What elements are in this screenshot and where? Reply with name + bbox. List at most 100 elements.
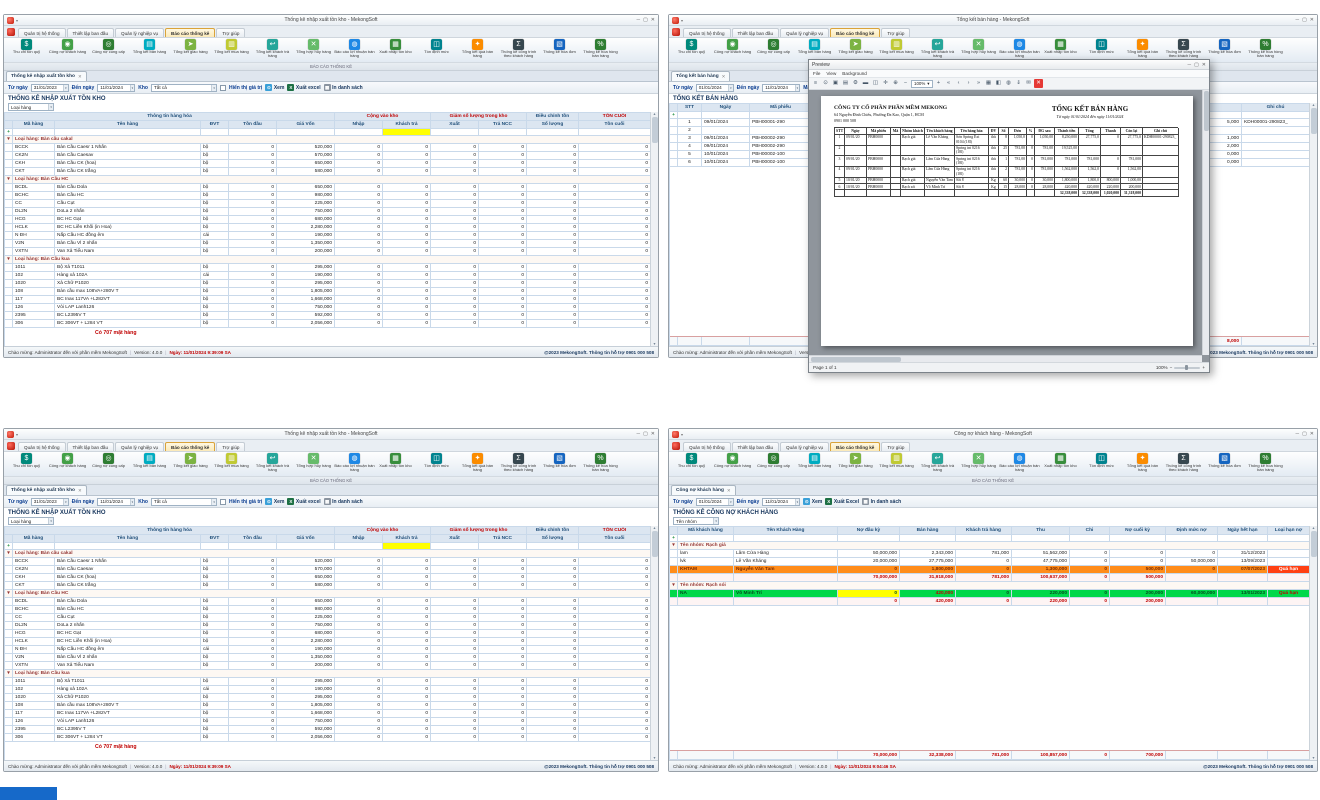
- table-row[interactable]: 117BC Inax 117VA +L282VTbộ01,668,0000000…: [5, 710, 650, 718]
- table-row[interactable]: lamLâm Cửa Hàng50,000,0002,343,000781,00…: [670, 550, 1309, 558]
- filter-cell[interactable]: [55, 543, 201, 550]
- quick-print-button[interactable]: ▤: [841, 79, 850, 88]
- toolbar-button-project-stats[interactable]: ΣThống kê công trình theo khách hàng: [498, 39, 539, 59]
- app-icon[interactable]: [672, 431, 679, 438]
- filter-cell[interactable]: [579, 543, 651, 550]
- group-row[interactable]: ▾Loại hàng: Bàn Cầu kua: [5, 256, 650, 264]
- zoom-in-button[interactable]: +: [934, 79, 943, 88]
- filter-cell[interactable]: [431, 543, 479, 550]
- column-header[interactable]: Khách trả hàng: [956, 527, 1012, 535]
- toolbar-button-customer-debt[interactable]: ◉Công nợ khách hàng: [712, 39, 753, 54]
- scroll-thumb[interactable]: [811, 357, 901, 362]
- filter-cell[interactable]: [1218, 535, 1268, 542]
- to-date-input[interactable]: 11/01/2024▾: [97, 498, 135, 506]
- column-header[interactable]: Thu: [1012, 527, 1070, 535]
- menu-tab-4[interactable]: Báo cáo thống kê: [165, 28, 215, 37]
- minimize-button[interactable]: ─: [1296, 17, 1300, 23]
- maximize-button[interactable]: ▢: [1302, 431, 1307, 437]
- menu-tab-3[interactable]: Quản lý nghiệp vụ: [115, 442, 164, 451]
- dropdown-arrow-icon[interactable]: ▾: [795, 85, 800, 91]
- dropdown-arrow-icon[interactable]: ▾: [130, 499, 135, 505]
- toolbar-button-commission-stats[interactable]: %Thống kê hoa hồng bán hàng: [580, 453, 621, 473]
- filter-cell[interactable]: [527, 129, 579, 136]
- column-header[interactable]: Mã hàng: [13, 535, 55, 543]
- table-row[interactable]: 2395BC L2395V Tbộ0592,000000000: [5, 312, 650, 320]
- to-date-input[interactable]: 11/01/2024▾: [762, 498, 800, 506]
- toolbar-button-returns-summary[interactable]: ↩Tổng kết khách trả hàng: [252, 39, 293, 59]
- column-header[interactable]: [5, 535, 13, 543]
- scroll-down-icon[interactable]: ▼: [653, 342, 656, 346]
- table-row[interactable]: BCDLBàn Cầu Dolabộ0650,000000000: [5, 598, 650, 606]
- maximize-button[interactable]: ▢: [643, 17, 648, 23]
- table-row[interactable]: BCCKBàn Cầu Caesr 1 Nhấnbộ0520,000000000: [5, 558, 650, 566]
- app-menu-icon[interactable]: [7, 442, 15, 450]
- document-tab[interactable]: Tổng kết bán hàng✕: [671, 71, 730, 81]
- table-row[interactable]: BCHCBàn Cầu HCbộ0980,000000000: [5, 192, 650, 200]
- filter-cell[interactable]: +: [670, 535, 678, 542]
- table-row[interactable]: V2NBàn Cầu Vl 2 nhấnbộ01,350,000000000: [5, 654, 650, 662]
- filter-cell[interactable]: +: [5, 129, 13, 136]
- fill-background-button[interactable]: ◧: [994, 79, 1003, 88]
- menu-tab-2[interactable]: Thiết lập ban đầu: [67, 28, 115, 37]
- table-row[interactable]: HCLKBC HC Liền Khối (in Hoa)bộ02,280,000…: [5, 638, 650, 646]
- zoom-slider[interactable]: [1174, 367, 1200, 369]
- menu-tab-2[interactable]: Thiết lập ban đầu: [732, 442, 780, 451]
- print-list-button[interactable]: ▦In danh sách: [862, 498, 901, 505]
- table-row[interactable]: 2395BC L2395V Tbộ0592,000000000: [5, 726, 650, 734]
- column-header[interactable]: Tên hàng: [55, 535, 201, 543]
- scroll-down-icon[interactable]: ▼: [1312, 756, 1315, 760]
- scroll-thumb[interactable]: [652, 531, 658, 557]
- filter-cell[interactable]: [579, 129, 651, 136]
- menu-tab-3[interactable]: Quản lý nghiệp vụ: [780, 442, 829, 451]
- filter-cell[interactable]: [13, 543, 55, 550]
- table-row[interactable]: CK2NBàn Cầu Caesavbộ0570,000000000: [5, 152, 650, 160]
- filter-cell[interactable]: [229, 129, 277, 136]
- menu-tab-1[interactable]: Quản trị hệ thống: [683, 28, 731, 37]
- toolbar-button-profit-report[interactable]: ◍Báo cáo lợi nhuận bán hàng: [334, 39, 375, 59]
- expander-icon[interactable]: ▾: [670, 542, 678, 550]
- group-row[interactable]: ▾Tên nhóm: Rạch giá: [670, 542, 1309, 550]
- table-row[interactable]: lvkLê Văn Kháng20,000,00027,775,000047,7…: [670, 558, 1309, 566]
- group-by-combo[interactable]: Loại hàng▾: [8, 517, 54, 525]
- menu-tab-2[interactable]: Thiết lập ban đầu: [732, 28, 780, 37]
- column-header[interactable]: STT: [678, 104, 702, 112]
- toolbar-button-delivery-summary[interactable]: ➤Tổng kết giao hàng: [170, 453, 211, 468]
- close-button[interactable]: ✕: [651, 17, 655, 23]
- column-header[interactable]: Số lượng: [527, 535, 579, 543]
- scroll-up-icon[interactable]: ▲: [653, 526, 656, 530]
- dropdown-arrow-icon[interactable]: ▾: [63, 499, 68, 505]
- minimize-button[interactable]: ─: [637, 431, 641, 437]
- quick-access-arrow-icon[interactable]: ▾: [16, 432, 18, 437]
- scroll-up-icon[interactable]: ▲: [1312, 526, 1315, 530]
- last-page-button[interactable]: »: [974, 79, 983, 88]
- table-row[interactable]: 126Vòi LAP Lanh126bộ0750,000000000: [5, 718, 650, 726]
- toolbar-button-project-stats[interactable]: ΣThống kê công trình theo khách hàng: [498, 453, 539, 473]
- quick-access-arrow-icon[interactable]: ▾: [681, 18, 683, 23]
- filter-cell[interactable]: [1012, 535, 1070, 542]
- table-row[interactable]: VXTNVan Xả Tiểu Nambộ0200,000000000: [5, 662, 650, 670]
- view-button[interactable]: ⊙Xem: [265, 84, 284, 91]
- toolbar-button-commission-stats[interactable]: %Thống kê hoa hồng bán hàng: [1245, 39, 1286, 59]
- column-header[interactable]: Mã phiếu: [750, 104, 812, 112]
- filter-cell[interactable]: [383, 543, 431, 550]
- preview-titlebar[interactable]: Preview ─ ▢ ✕: [809, 60, 1209, 70]
- toolbar-button-stock-threshold[interactable]: ◫Tồn định mức: [416, 39, 457, 54]
- filter-cell[interactable]: [13, 129, 55, 136]
- from-date-input[interactable]: 31/01/2023▾: [31, 84, 69, 92]
- menu-tab-5[interactable]: Trợ giúp: [881, 28, 910, 37]
- toolbar-button-invoice-stats[interactable]: ▧Thống kê hóa đơn: [1204, 39, 1245, 54]
- export-excel-button[interactable]: XXuất excel: [287, 498, 320, 505]
- group-row[interactable]: ▾Tên nhóm: Rạch sói: [670, 582, 1309, 590]
- export-excel-button[interactable]: XXuất excel: [287, 84, 320, 91]
- preview-horizontal-scrollbar[interactable]: [809, 355, 1202, 362]
- app-icon[interactable]: [672, 17, 679, 24]
- filter-cell[interactable]: [335, 543, 383, 550]
- titlebar[interactable]: ▾ Thống kê nhập xuất tồn kho - MekongSof…: [4, 429, 658, 440]
- table-row[interactable]: CKTBàn Cầu CK trắngbộ0580,000000000: [5, 582, 650, 590]
- scroll-thumb[interactable]: [1204, 91, 1209, 131]
- group-row[interactable]: ▾Loại hàng: Bàn Cầu HC: [5, 176, 650, 184]
- toolbar-button-supplier-debt[interactable]: ◎Công nợ cung cấp: [753, 453, 794, 468]
- table-row[interactable]: BCCKBàn Cầu Caesr 1 Nhấnbộ0520,000000000: [5, 144, 650, 152]
- next-page-button[interactable]: ›: [964, 79, 973, 88]
- group-by-combo[interactable]: Loại hàng▾: [8, 103, 54, 111]
